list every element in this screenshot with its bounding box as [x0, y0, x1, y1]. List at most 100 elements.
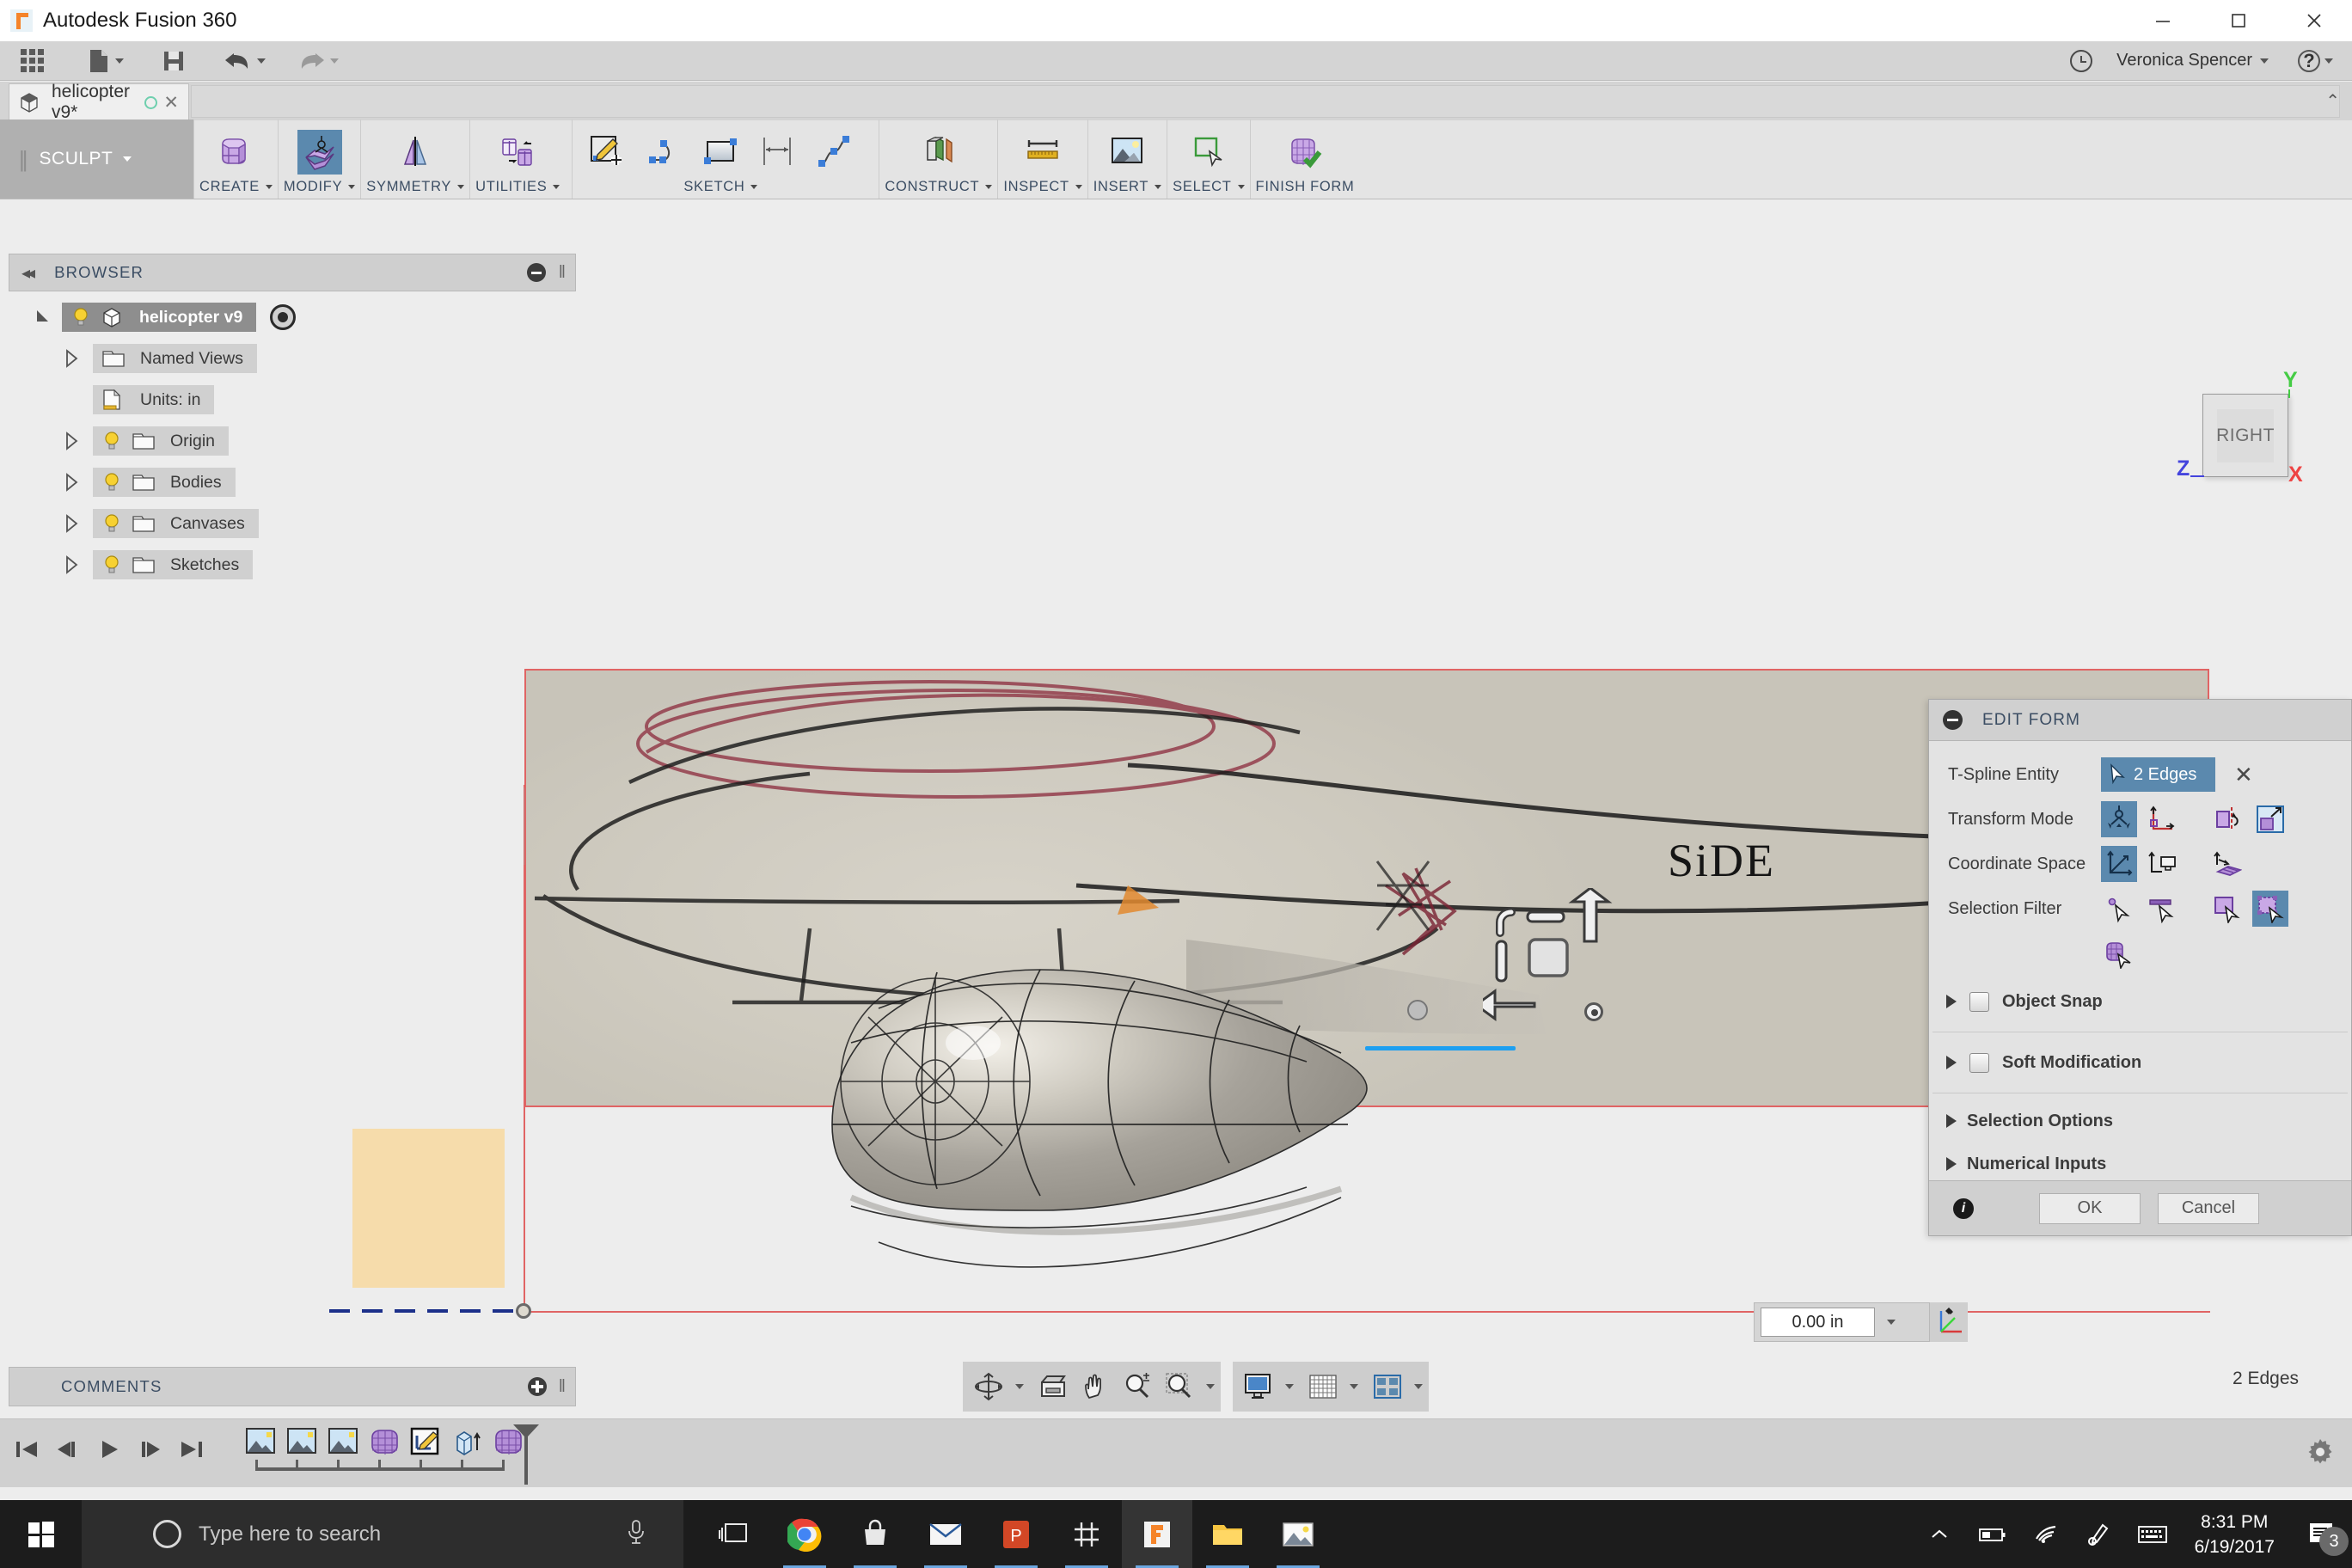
- filter-body-mesh-icon[interactable]: [2101, 936, 2137, 972]
- minus-circle-icon[interactable]: [527, 263, 546, 282]
- insert-canvas-image-icon[interactable]: [1105, 130, 1149, 175]
- utilities-convert-icon[interactable]: [495, 130, 540, 175]
- origin-point-marker[interactable]: [516, 1303, 531, 1319]
- coord-world-space-icon[interactable]: [2101, 846, 2137, 882]
- pan-hand-icon[interactable]: [1075, 1367, 1115, 1406]
- display-target-icon[interactable]: [270, 304, 297, 330]
- dimension-icon[interactable]: [755, 130, 799, 175]
- light-bulb-icon[interactable]: [101, 471, 123, 493]
- finish-form-icon[interactable]: [1283, 130, 1327, 175]
- chevron-down-icon[interactable]: [553, 184, 560, 189]
- chevron-down-icon[interactable]: [985, 184, 993, 189]
- taskbar-clock[interactable]: 8:31 PM 6/19/2017: [2195, 1510, 2275, 1559]
- timeline-feature-sketch[interactable]: [410, 1426, 443, 1459]
- rectangle-icon[interactable]: [698, 130, 743, 175]
- chevron-down-icon[interactable]: [115, 58, 124, 64]
- chevron-down-icon[interactable]: [750, 184, 758, 189]
- browser-node-units[interactable]: Units: in: [0, 379, 576, 420]
- chevron-down-icon[interactable]: [265, 184, 273, 189]
- viewports-icon[interactable]: [1368, 1367, 1407, 1406]
- step-forward-icon[interactable]: [134, 1430, 167, 1469]
- cortana-circle-icon[interactable]: [153, 1520, 181, 1548]
- document-tab[interactable]: helicopter v9* ✕: [9, 82, 189, 122]
- search-input[interactable]: Type here to search: [82, 1500, 683, 1568]
- info-icon[interactable]: i: [1953, 1197, 1974, 1219]
- microphone-icon[interactable]: [625, 1519, 647, 1549]
- save-icon[interactable]: [155, 44, 193, 78]
- chrome-icon[interactable]: [769, 1500, 840, 1568]
- go-to-beginning-icon[interactable]: [10, 1430, 43, 1469]
- play-icon[interactable]: [93, 1430, 126, 1469]
- undo-icon[interactable]: [217, 44, 273, 78]
- windows-start-icon[interactable]: [0, 1500, 82, 1568]
- cancel-button[interactable]: Cancel: [2158, 1192, 2259, 1224]
- soft-modification-checkbox[interactable]: [1969, 1052, 1989, 1073]
- arc-icon[interactable]: [641, 130, 686, 175]
- close-x-icon[interactable]: ✕: [2234, 762, 2253, 788]
- tspline-body-surface[interactable]: [825, 905, 1547, 1309]
- browser-node-bodies[interactable]: Bodies: [0, 462, 576, 503]
- construct-plane-icon[interactable]: [916, 130, 961, 175]
- chevron-up-icon[interactable]: ⌃: [2325, 90, 2340, 112]
- timeline-feature-canvas-image[interactable]: [245, 1426, 278, 1459]
- look-at-icon[interactable]: [1033, 1367, 1073, 1406]
- new-document-icon[interactable]: [80, 44, 131, 78]
- user-name[interactable]: Veronica Spencer: [2116, 51, 2252, 70]
- light-bulb-icon[interactable]: [101, 430, 123, 452]
- fit-caret-icon[interactable]: [1206, 1384, 1215, 1389]
- transform-scale-icon[interactable]: [2252, 801, 2288, 837]
- grip-icon[interactable]: ‖: [559, 263, 566, 283]
- coord-local-space-icon[interactable]: [2209, 846, 2245, 882]
- powerpoint-icon[interactable]: P: [981, 1500, 1051, 1568]
- create-tspline-box-icon[interactable]: [213, 130, 258, 175]
- tspline-entity-selection-chip[interactable]: 2 Edges: [2101, 757, 2215, 792]
- action-center-icon[interactable]: 3: [2290, 1500, 2352, 1568]
- redo-icon[interactable]: [290, 44, 346, 78]
- help-question-icon[interactable]: ?: [2298, 49, 2320, 72]
- triangle-right-icon[interactable]: [1946, 1114, 1957, 1128]
- drag-axis-icon[interactable]: [1930, 1302, 1968, 1342]
- spline-icon[interactable]: [812, 130, 856, 175]
- browser-node-named-views[interactable]: Named Views: [0, 338, 576, 379]
- fit-icon[interactable]: [1160, 1367, 1199, 1406]
- file-explorer-icon[interactable]: [1192, 1500, 1263, 1568]
- dimension-input[interactable]: 0.00 in: [1761, 1308, 1875, 1337]
- triangle-right-icon[interactable]: [1946, 1056, 1957, 1069]
- filter-vertex-icon[interactable]: [2101, 891, 2137, 927]
- viewcube[interactable]: RIGHT Y Z X: [2177, 368, 2312, 497]
- chevron-down-icon[interactable]: [1155, 184, 1162, 189]
- close-icon[interactable]: [2276, 0, 2352, 41]
- minus-circle-icon[interactable]: [1943, 710, 1963, 730]
- expand-triangle-right-icon[interactable]: [60, 471, 83, 493]
- browser-node-sketches[interactable]: Sketches: [0, 544, 576, 585]
- grid-caret-icon[interactable]: [1350, 1384, 1358, 1389]
- transform-all-axes-icon[interactable]: [2101, 801, 2137, 837]
- filter-body-box-icon[interactable]: [2252, 891, 2288, 927]
- grid-snaps-icon[interactable]: [1303, 1367, 1343, 1406]
- chevron-down-icon[interactable]: [1075, 184, 1082, 189]
- browser-node-root[interactable]: helicopter v9: [0, 297, 576, 338]
- comments-panel-header[interactable]: COMMENTS ‖: [9, 1367, 576, 1406]
- display-caret-icon[interactable]: [1285, 1384, 1294, 1389]
- timeline-track[interactable]: [255, 1460, 505, 1471]
- chevron-down-icon[interactable]: [348, 184, 356, 189]
- maximize-icon[interactable]: [2201, 0, 2276, 41]
- zoom-icon[interactable]: [1118, 1367, 1157, 1406]
- show-hidden-icons-icon[interactable]: [1913, 1500, 1966, 1568]
- edit-form-dialog[interactable]: EDIT FORM T-Spline Entity 2 Edges ✕ Tran…: [1928, 699, 2352, 1236]
- battery-icon[interactable]: [1966, 1500, 2019, 1568]
- mail-icon[interactable]: [910, 1500, 981, 1568]
- chevron-down-icon[interactable]: [2324, 58, 2333, 64]
- coord-view-space-icon[interactable]: [2144, 846, 2180, 882]
- triangle-right-icon[interactable]: [1946, 995, 1957, 1008]
- app-grid-icon[interactable]: [14, 44, 51, 78]
- transform-translate-icon[interactable]: [2144, 801, 2180, 837]
- timeline-feature-extrude[interactable]: [451, 1426, 484, 1459]
- chevron-down-icon[interactable]: [330, 58, 339, 64]
- browser-node-canvases[interactable]: Canvases: [0, 503, 576, 544]
- clock-icon[interactable]: [2070, 49, 2093, 72]
- browser-node-origin[interactable]: Origin: [0, 420, 576, 462]
- manipulator-rotate-handle[interactable]: [1584, 1002, 1603, 1021]
- edit-form-section-object-snap[interactable]: Object Snap: [1929, 977, 2351, 1026]
- orbit-caret-icon[interactable]: [1015, 1384, 1024, 1389]
